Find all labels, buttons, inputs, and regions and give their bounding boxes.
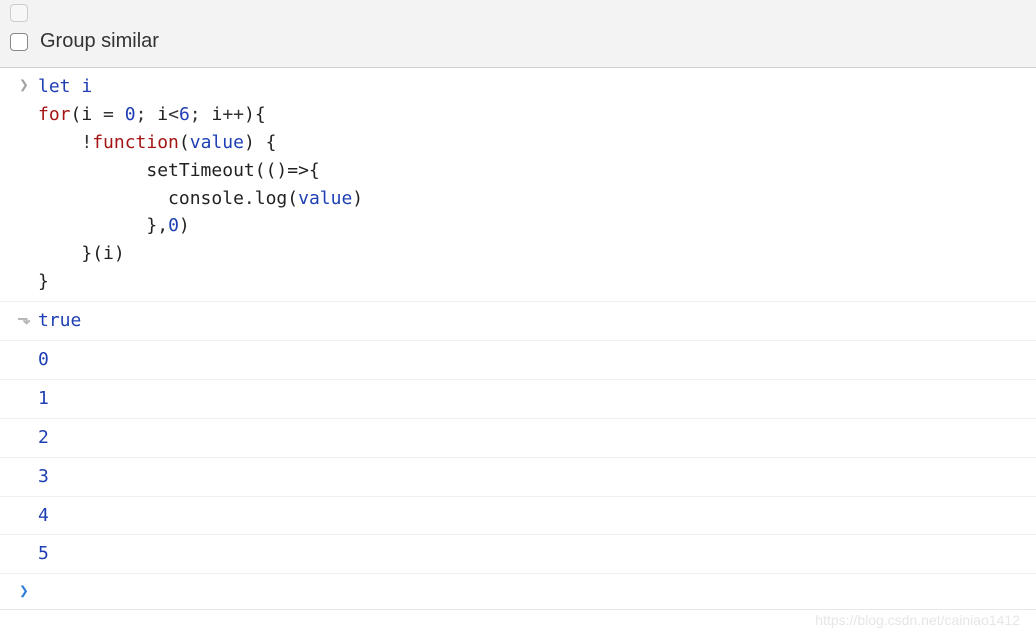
result-value: true <box>38 307 1026 335</box>
var-i: i <box>81 76 92 97</box>
console-log-row: 1 <box>0 380 1036 419</box>
chevron-left-icon: ⬎ <box>17 309 30 328</box>
log-output-4: 4 <box>38 502 1026 530</box>
console-log-row: 5 <box>0 535 1036 574</box>
chevron-right-icon: ❯ <box>19 75 29 94</box>
group-similar-checkbox[interactable] <box>10 33 28 51</box>
log-output-0: 0 <box>38 346 1026 374</box>
console-log-row: 2 <box>0 419 1036 458</box>
console-result-row: ⬎ true <box>0 302 1036 341</box>
log-output-5: 5 <box>38 540 1026 568</box>
group-similar-label: Group similar <box>40 30 159 53</box>
console-log-row: 3 <box>0 458 1036 497</box>
console-input-row[interactable]: ❯ let i for(i = 0; i<6; i++){ !function(… <box>0 68 1036 302</box>
chevron-right-blue-icon: ❯ <box>19 581 29 600</box>
input-chevron-gutter: ❯ <box>10 73 38 94</box>
checkbox-unknown[interactable] <box>10 4 28 22</box>
toolbar-row-cutoff <box>10 4 1026 26</box>
log-output-2: 2 <box>38 424 1026 452</box>
console-log-row: 4 <box>0 497 1036 536</box>
prompt-chevron-gutter: ❯ <box>10 579 38 600</box>
console-toolbar: Group similar <box>0 0 1036 68</box>
toolbar-row-group-similar: Group similar <box>10 26 1026 57</box>
log-output-3: 3 <box>38 463 1026 491</box>
result-chevron-gutter: ⬎ <box>10 307 38 328</box>
console-log-row: 0 <box>0 341 1036 380</box>
code-block: let i for(i = 0; i<6; i++){ !function(va… <box>38 73 1026 296</box>
console-prompt-row[interactable]: ❯ <box>0 574 1036 610</box>
log-output-1: 1 <box>38 385 1026 413</box>
watermark-text: https://blog.csdn.net/cainiao1412 <box>815 612 1020 628</box>
